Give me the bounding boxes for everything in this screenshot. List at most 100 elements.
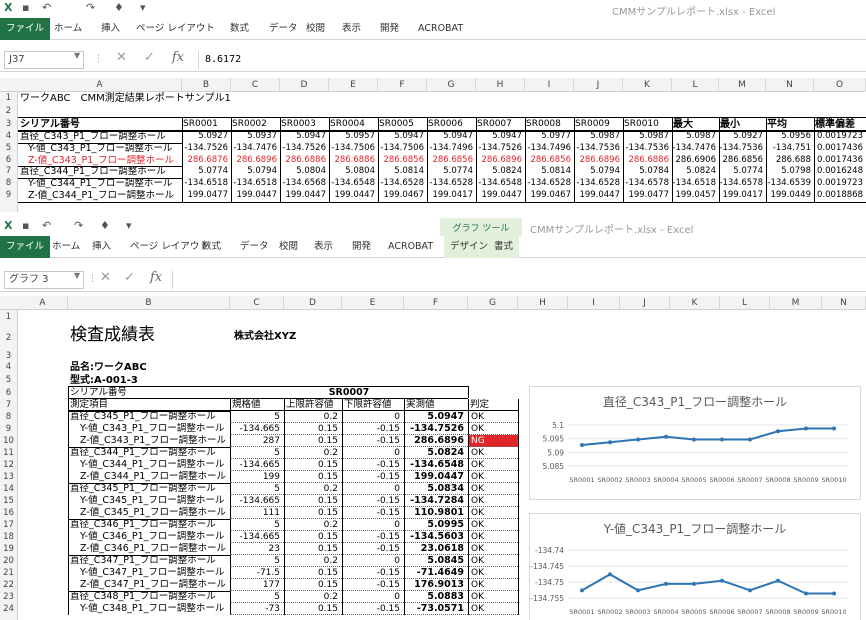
cell-border (329, 178, 330, 190)
data-point[interactable] (748, 588, 752, 593)
chart-plot: 5.15.0955.095.085SR0001 SR0002 SR0003 SR000… (543, 421, 848, 484)
sheet-title: ワークABC CMM測定結果レポートサンプル1 (20, 93, 231, 104)
cell-border (518, 399, 519, 411)
measurement-item: 直径_C346_P1_フロー調整ホール (70, 519, 216, 530)
x-tick-label: SR0007 (737, 608, 762, 616)
value-cell: 5.0927 (198, 131, 228, 141)
data-point[interactable] (832, 591, 836, 596)
value-cell: 5.0947 (296, 131, 326, 141)
cell-border (68, 423, 69, 435)
y-tick-label: 5.1 (552, 421, 564, 430)
cell-border (719, 117, 720, 132)
value-cell: 0.0017436 (817, 142, 863, 153)
cell-border (525, 142, 526, 155)
value-cell: 286.6856 (432, 154, 473, 165)
sheet-grid[interactable]: ワークABC CMM測定結果レポートサンプル1 シリアル番号 SR0001 SR000… (0, 0, 866, 212)
x-tick-label: SR0002 (597, 476, 622, 484)
series-line[interactable] (581, 573, 834, 595)
excel-window-bottom: X ▪ ↶ ↷ ♦ ▾ グラフ ツール CMMサンプルレポート.xlsx - E… (0, 218, 866, 620)
cell-border (329, 117, 330, 132)
cell-border (231, 178, 232, 190)
x-tick-label: SR0006 (709, 608, 734, 616)
cell-border (623, 154, 624, 167)
cell-border (672, 154, 673, 167)
data-point[interactable] (580, 588, 584, 593)
cell-border (284, 399, 285, 411)
cell-border (182, 131, 183, 143)
measurement-item: Z-値_C344_P1_フロー調整ホール (80, 471, 227, 482)
measurement-item: 直径_C347_P1_フロー調整ホール (70, 555, 216, 566)
value-cell: 5.0804 (345, 166, 375, 177)
value-cell: 199.0467 (530, 190, 571, 200)
value-cell: 5.0987 (639, 131, 669, 141)
data-point[interactable] (692, 437, 696, 442)
cell-border (766, 154, 767, 167)
cell-border (68, 411, 69, 423)
data-point[interactable] (804, 591, 808, 596)
measurement-item: Z-値_C347_P1_フロー調整ホール (80, 579, 227, 590)
measurement-item: Y-値_C348_P1_フロー調整ホール (80, 603, 225, 614)
value-cell: -134.7496 (429, 142, 473, 153)
data-point[interactable] (804, 426, 808, 431)
cell-border (18, 166, 182, 168)
cell-border (329, 142, 330, 155)
value-cell: 5.0798 (781, 166, 811, 177)
data-point[interactable] (832, 426, 836, 431)
value-cell: -134.6528 (576, 178, 620, 189)
data-point[interactable] (608, 572, 612, 577)
cell-border (672, 166, 673, 179)
value-cell: 5.0774 (198, 166, 228, 177)
cell-border (68, 447, 69, 459)
y-tick-label: -134.75 (535, 578, 564, 587)
chart-diameter-c343[interactable]: 直径_C343_P1_フロー調整ホール 5.1 5.095 5.09 5.085 SR0… (529, 386, 861, 500)
cell-border (182, 142, 183, 155)
value-cell: -134.6568 (282, 178, 326, 189)
row-separator (230, 614, 518, 615)
value-cell: 199.0447 (236, 190, 277, 200)
value-cell: 5.0814 (541, 166, 571, 177)
cell-border (18, 117, 866, 118)
cell-border (427, 166, 428, 179)
value-cell: 5.0794 (247, 166, 277, 177)
value-cell: 199.0477 (628, 190, 669, 200)
x-tick-label: SR0001 (569, 608, 594, 616)
cell-border (280, 131, 281, 143)
value-cell: 5.0814 (394, 166, 424, 177)
value-cell: 5.0804 (296, 166, 326, 177)
cell-border (518, 603, 519, 615)
cell-border (476, 166, 477, 179)
series-line[interactable] (581, 427, 834, 446)
measurement-name: Z-値_C344_P1_フロー調整ホール (28, 190, 175, 201)
cell-border (814, 131, 815, 143)
data-point[interactable] (776, 429, 780, 434)
value-cell: 5.0774 (443, 166, 473, 177)
data-point[interactable] (692, 581, 696, 586)
data-point[interactable] (720, 437, 724, 442)
cell-border (68, 399, 69, 411)
data-point[interactable] (664, 581, 668, 586)
cell-border (518, 459, 519, 471)
cell-border (766, 178, 767, 190)
chart-y-value-c343[interactable]: Y-値_C343_P1_フロー調整ホール -134.74 -134.745 -134… (529, 513, 861, 620)
cell-border (814, 190, 815, 202)
data-point[interactable] (608, 440, 612, 445)
data-point[interactable] (580, 442, 584, 447)
value-cell: 286.6856 (383, 154, 424, 165)
cell-border (814, 142, 815, 155)
cell-border (329, 190, 330, 202)
measurement-name: Y-値_C344_P1_フロー調整ホール (28, 178, 173, 190)
cell-border (623, 117, 624, 132)
value-cell: -134.6548 (478, 178, 522, 189)
data-point[interactable] (776, 578, 780, 583)
value-cell: -134.7526 (184, 142, 228, 153)
data-point[interactable] (748, 437, 752, 442)
data-point[interactable] (664, 434, 668, 439)
value-cell: -134.6578 (719, 178, 763, 189)
value-cell: -134.7506 (331, 142, 375, 153)
cell-border (574, 142, 575, 155)
cell-border (574, 166, 575, 179)
cell-border (672, 117, 673, 132)
data-point[interactable] (636, 588, 640, 593)
data-point[interactable] (720, 578, 724, 583)
data-point[interactable] (636, 437, 640, 442)
